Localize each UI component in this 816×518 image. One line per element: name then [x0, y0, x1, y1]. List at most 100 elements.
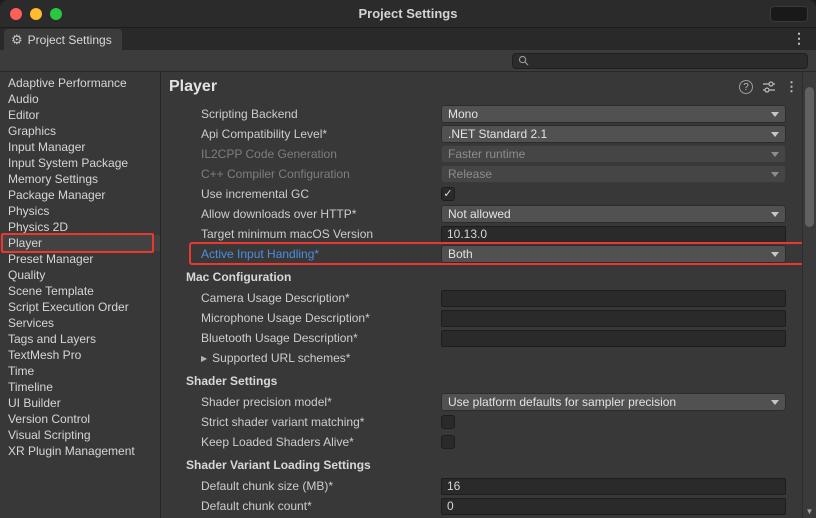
- project-settings-window: Project Settings ⚙ Project Settings ⋮ Ad…: [0, 0, 816, 518]
- sidebar-item-label: Package Manager: [8, 188, 105, 202]
- camera-usage-description-field[interactable]: [441, 290, 786, 307]
- strict-shader-variant-matching-checkbox[interactable]: [441, 415, 455, 429]
- sidebar-item-services[interactable]: Services: [0, 315, 160, 331]
- sidebar-item-label: Preset Manager: [8, 252, 93, 266]
- sidebar-item-ui-builder[interactable]: UI Builder: [0, 395, 160, 411]
- use-incremental-gc-checkbox[interactable]: ✓: [441, 187, 455, 201]
- setting-row-c-compiler-configuration: C++ Compiler Configuration Release: [201, 164, 816, 184]
- kebab-menu-icon[interactable]: ⋮: [792, 30, 806, 47]
- sidebar-item-label: Quality: [8, 268, 45, 282]
- sidebar-item-label: Physics 2D: [8, 220, 68, 234]
- sidebar-item-physics-2d[interactable]: Physics 2D: [0, 219, 160, 235]
- setting-label: Allow downloads over HTTP*: [201, 207, 441, 221]
- setting-row-shader-precision-model: Shader precision model*Use platform defa…: [201, 392, 816, 412]
- bluetooth-usage-description-field[interactable]: [441, 330, 786, 347]
- shader-precision-model-dropdown[interactable]: Use platform defaults for sampler precis…: [441, 393, 786, 411]
- sidebar-item-time[interactable]: Time: [0, 363, 160, 379]
- sidebar-item-visual-scripting[interactable]: Visual Scripting: [0, 427, 160, 443]
- preset-icon[interactable]: [762, 80, 776, 94]
- help-icon[interactable]: ?: [739, 80, 753, 94]
- sidebar-item-tags-and-layers[interactable]: Tags and Layers: [0, 331, 160, 347]
- section-header-shader-variant-loading-settings: Shader Variant Loading Settings: [201, 452, 816, 476]
- dropdown-value: Not allowed: [448, 207, 511, 221]
- setting-row-microphone-usage-description: Microphone Usage Description*: [201, 308, 816, 328]
- settings-list: Scripting BackendMonoApi Compatibility L…: [161, 98, 816, 518]
- target-minimum-macos-version-field[interactable]: 10.13.0: [441, 226, 786, 243]
- default-chunk-count-field[interactable]: 0: [441, 498, 786, 515]
- sidebar-item-quality[interactable]: Quality: [0, 267, 160, 283]
- settings-panel: Player ? ⋮ Scripting BackendMonoApi Comp…: [161, 72, 816, 518]
- sidebar-item-label: TextMesh Pro: [8, 348, 81, 362]
- sidebar-item-label: Input Manager: [8, 140, 85, 154]
- sidebar-item-physics[interactable]: Physics: [0, 203, 160, 219]
- tab-project-settings[interactable]: ⚙ Project Settings: [4, 29, 122, 50]
- microphone-usage-description-field[interactable]: [441, 310, 786, 327]
- foldout-arrow-icon[interactable]: ▶: [201, 354, 207, 363]
- setting-label: IL2CPP Code Generation: [201, 147, 441, 161]
- window-title: Project Settings: [0, 6, 816, 21]
- api-compatibility-level-dropdown[interactable]: .NET Standard 2.1: [441, 125, 786, 143]
- sidebar-item-label: Scene Template: [8, 284, 94, 298]
- search-input[interactable]: [533, 54, 802, 68]
- sidebar-item-package-manager[interactable]: Package Manager: [0, 187, 160, 203]
- sidebar-item-graphics[interactable]: Graphics: [0, 123, 160, 139]
- setting-label: C++ Compiler Configuration: [201, 167, 441, 181]
- sidebar-item-adaptive-performance[interactable]: Adaptive Performance: [0, 75, 160, 91]
- setting-row-il2cpp-code-generation: IL2CPP Code GenerationFaster runtime: [201, 144, 816, 164]
- search-field[interactable]: [512, 53, 808, 69]
- sidebar-item-timeline[interactable]: Timeline: [0, 379, 160, 395]
- titlebar-button[interactable]: [770, 6, 808, 22]
- panel-header: Player ? ⋮: [161, 72, 816, 98]
- kebab-menu-icon[interactable]: ⋮: [785, 79, 798, 95]
- setting-row-target-minimum-macos-version: Target minimum macOS Version10.13.0: [201, 224, 816, 244]
- chevron-down-icon: [771, 172, 779, 177]
- zoom-button[interactable]: [50, 8, 62, 20]
- sidebar-item-label: Script Execution Order: [8, 300, 129, 314]
- allow-downloads-over-http-dropdown[interactable]: Not allowed: [441, 205, 786, 223]
- dropdown-value: Release: [448, 167, 492, 181]
- sidebar-item-memory-settings[interactable]: Memory Settings: [0, 171, 160, 187]
- setting-label: Keep Loaded Shaders Alive*: [201, 435, 441, 449]
- sidebar-item-textmesh-pro[interactable]: TextMesh Pro: [0, 347, 160, 363]
- sidebar-item-input-manager[interactable]: Input Manager: [0, 139, 160, 155]
- active-input-handling-dropdown[interactable]: Both: [441, 245, 786, 263]
- keep-loaded-shaders-alive-checkbox[interactable]: [441, 435, 455, 449]
- vertical-scrollbar[interactable]: ▼: [802, 72, 816, 518]
- traffic-lights: [0, 8, 62, 20]
- sidebar-item-preset-manager[interactable]: Preset Manager: [0, 251, 160, 267]
- sidebar-item-audio[interactable]: Audio: [0, 91, 160, 107]
- setting-label: Default chunk size (MB)*: [201, 479, 441, 493]
- sidebar-item-version-control[interactable]: Version Control: [0, 411, 160, 427]
- setting-label: Active Input Handling*: [201, 247, 441, 261]
- checkmark-icon: ✓: [443, 189, 452, 200]
- sidebar-item-label: Adaptive Performance: [8, 76, 127, 90]
- sidebar-item-script-execution-order[interactable]: Script Execution Order: [0, 299, 160, 315]
- scripting-backend-dropdown[interactable]: Mono: [441, 105, 786, 123]
- setting-row-supported-url-schemes: ▶Supported URL schemes*: [201, 348, 816, 368]
- close-button[interactable]: [10, 8, 22, 20]
- sidebar-item-scene-template[interactable]: Scene Template: [0, 283, 160, 299]
- chevron-down-icon: [771, 400, 779, 405]
- sidebar-item-xr-plugin-management[interactable]: XR Plugin Management: [0, 443, 160, 459]
- sidebar-item-label: UI Builder: [8, 396, 61, 410]
- setting-label: Target minimum macOS Version: [201, 227, 441, 241]
- setting-row-active-input-handling: Active Input Handling*Both: [201, 244, 816, 264]
- settings-category-sidebar: Adaptive PerformanceAudioEditorGraphicsI…: [0, 72, 161, 518]
- sidebar-item-label: Input System Package: [8, 156, 128, 170]
- chevron-down-icon: [771, 152, 779, 157]
- setting-label: Strict shader variant matching*: [201, 415, 441, 429]
- tab-bar: ⚙ Project Settings ⋮: [0, 28, 816, 50]
- sidebar-item-editor[interactable]: Editor: [0, 107, 160, 123]
- setting-label: Use incremental GC: [201, 187, 441, 201]
- setting-row-camera-usage-description: Camera Usage Description*: [201, 288, 816, 308]
- il2cpp-code-generation-dropdown: Faster runtime: [441, 145, 786, 163]
- minimize-button[interactable]: [30, 8, 42, 20]
- default-chunk-size-mb-field[interactable]: 16: [441, 478, 786, 495]
- sidebar-item-label: XR Plugin Management: [8, 444, 135, 458]
- scroll-down-arrow-icon[interactable]: ▼: [803, 507, 816, 516]
- field-value: 16: [447, 479, 460, 493]
- scrollbar-thumb[interactable]: [805, 87, 814, 227]
- setting-row-allow-downloads-over-http: Allow downloads over HTTP* Not allowed: [201, 204, 816, 224]
- sidebar-item-input-system-package[interactable]: Input System Package: [0, 155, 160, 171]
- sidebar-item-player[interactable]: Player: [0, 235, 160, 251]
